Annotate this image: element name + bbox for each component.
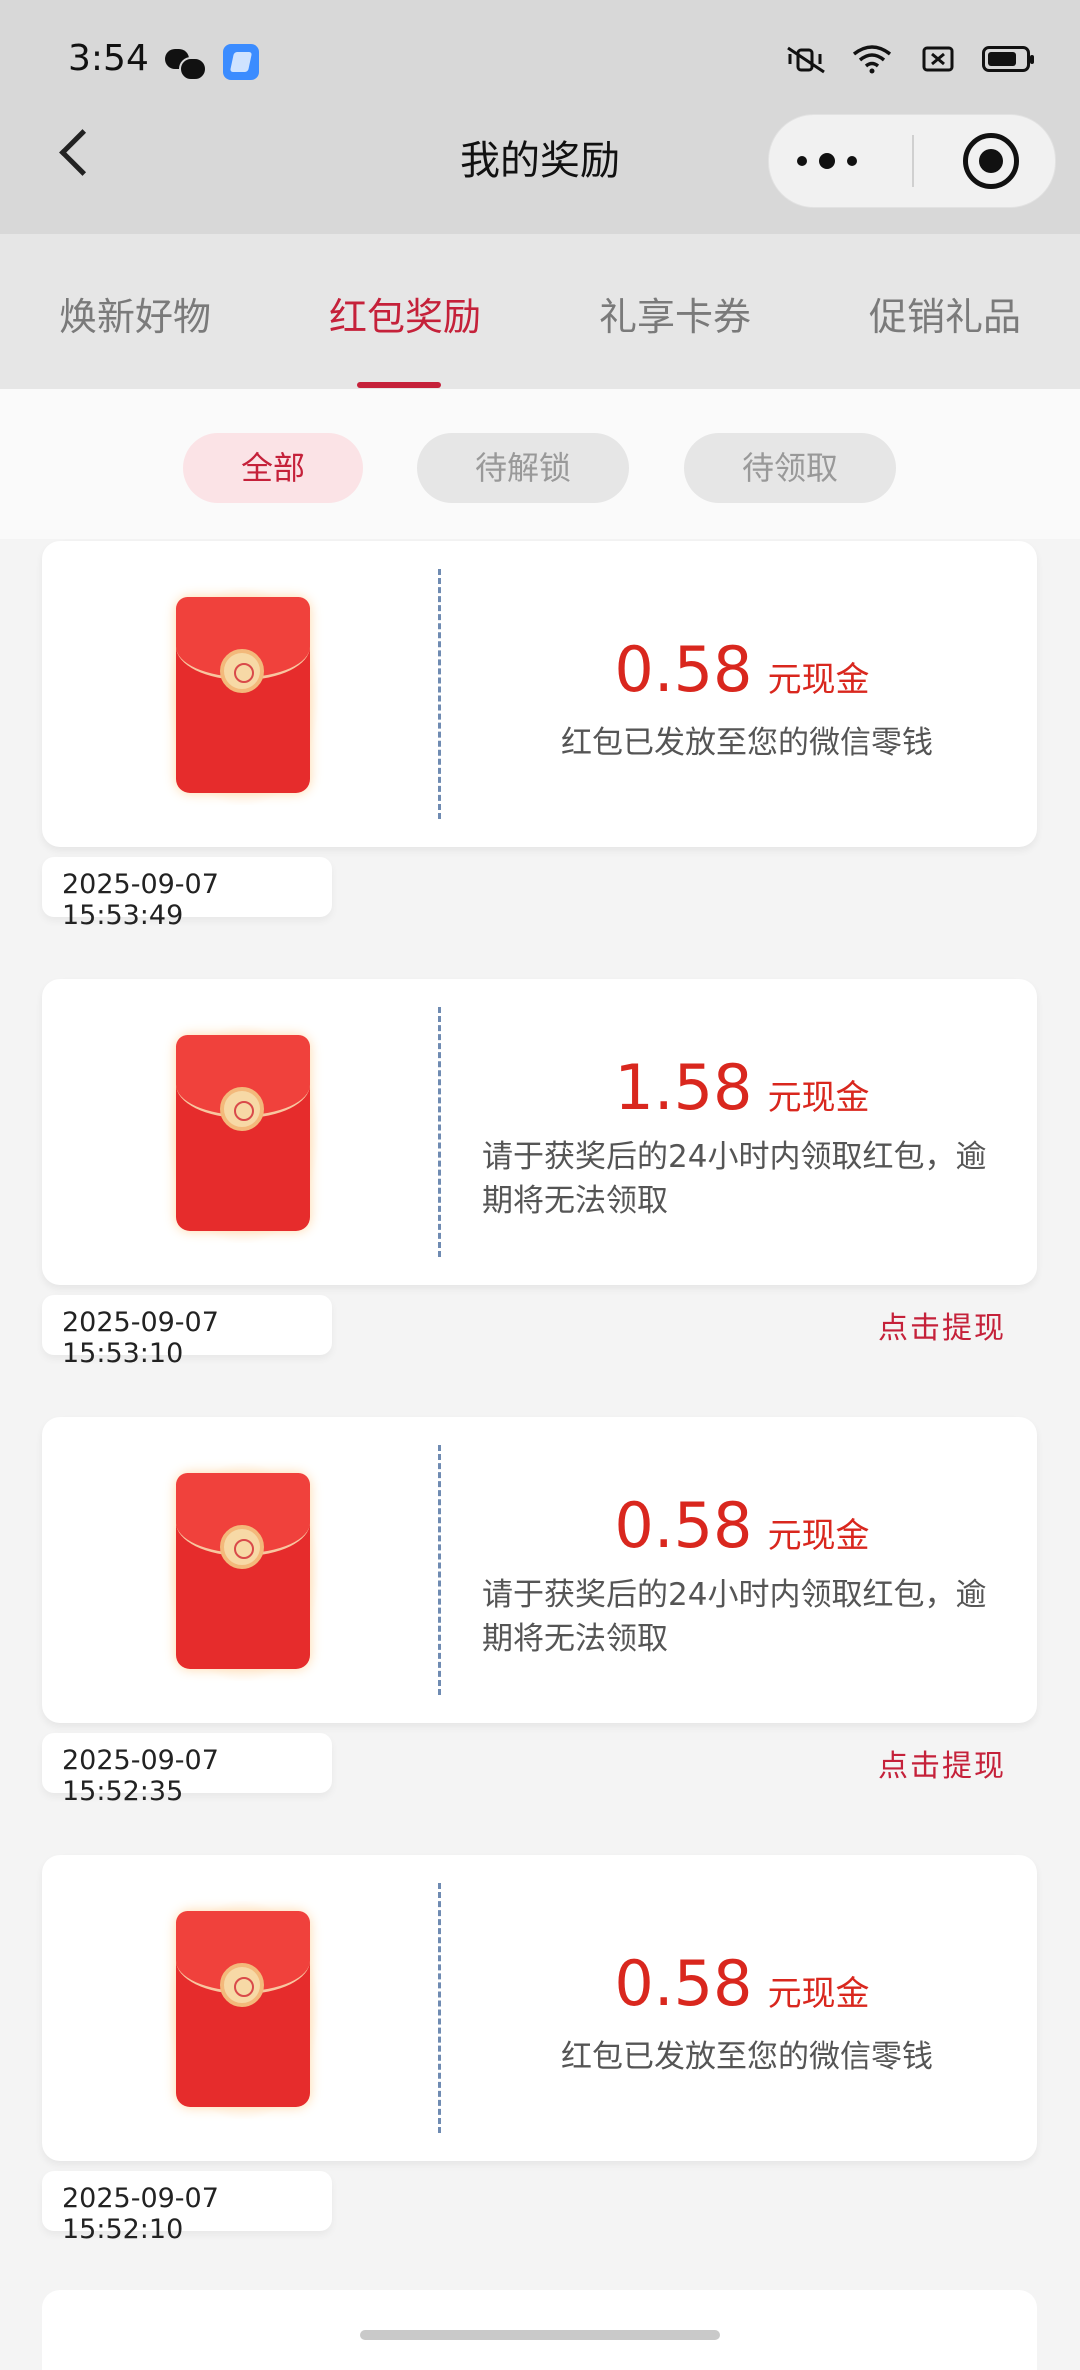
- reward-card[interactable]: 0.58 元现金 红包已发放至您的微信零钱: [42, 541, 1037, 847]
- more-dots-icon[interactable]: [793, 131, 893, 191]
- nav-bar: 我的奖励: [0, 114, 1080, 234]
- reward-unit: 元现金: [767, 1516, 870, 1556]
- reward-card[interactable]: 1.58 元现金 请于获奖后的24小时内领取红包，逾期将无法领取: [42, 979, 1037, 1285]
- list-item: 1.58 元现金 请于获奖后的24小时内领取红包，逾期将无法领取 2025-09…: [0, 977, 1080, 1415]
- red-envelope-icon: [168, 1901, 318, 2119]
- reward-amount: 0.58: [614, 633, 753, 706]
- red-envelope-icon: [168, 1025, 318, 1243]
- tab-hongbao[interactable]: 红包奖励: [275, 286, 535, 341]
- sim-icon: [922, 46, 954, 72]
- tab-huanxin[interactable]: 焕新好物: [5, 286, 265, 341]
- active-tab-indicator: [357, 382, 441, 388]
- target-icon[interactable]: [963, 133, 1019, 189]
- reward-date: 2025-09-07 15:53:49: [62, 869, 219, 931]
- home-indicator: [360, 2330, 720, 2340]
- status-time: 3:54: [68, 38, 149, 79]
- list-item: 0.58 元现金 红包已发放至您的微信零钱 2025-09-07 15:52:1…: [0, 1853, 1080, 2291]
- reward-card[interactable]: 0.58 元现金 请于获奖后的24小时内领取红包，逾期将无法领取: [42, 1417, 1037, 1723]
- withdraw-button[interactable]: 点击提现: [878, 1741, 1006, 1785]
- reward-unit: 元现金: [767, 1974, 870, 2014]
- reward-date-chip: 2025-09-07 15:52:35: [42, 1733, 332, 1807]
- reward-description: 红包已发放至您的微信零钱: [561, 725, 933, 761]
- reward-date-chip: 2025-09-07 15:53:10: [42, 1295, 332, 1369]
- reward-description: 红包已发放至您的微信零钱: [561, 2039, 933, 2075]
- dashed-divider: [438, 1007, 441, 1257]
- capsule-divider: [912, 135, 914, 187]
- reward-description: 请于获奖后的24小时内领取红包，逾期将无法领取: [482, 1139, 987, 1219]
- reward-date: 2025-09-07 15:52:10: [62, 2183, 219, 2245]
- tab-lixiang[interactable]: 礼享卡券: [545, 286, 805, 341]
- app-icon: [223, 44, 259, 80]
- reward-amount: 1.58: [614, 1051, 753, 1124]
- category-tabs: 焕新好物 红包奖励 礼享卡券 促销礼品: [0, 234, 1080, 389]
- reward-unit: 元现金: [767, 1078, 870, 1118]
- list-item: 0.58 元现金 红包已发放至您的微信零钱 2025-09-07 15:53:4…: [0, 539, 1080, 977]
- dashed-divider: [438, 569, 441, 819]
- status-bar: 3:54: [0, 0, 1080, 120]
- reward-card[interactable]: 0.58 元现金 红包已发放至您的微信零钱: [42, 1855, 1037, 2161]
- reward-amount: 0.58: [614, 1947, 753, 2020]
- reward-date: 2025-09-07 15:53:10: [62, 1307, 219, 1369]
- red-envelope-icon: [168, 587, 318, 805]
- list-item: 0.58 元现金 请于获奖后的24小时内领取红包，逾期将无法领取 2025-09…: [0, 1415, 1080, 1853]
- reward-date-chip: 2025-09-07 15:53:49: [42, 857, 332, 931]
- status-filters: 全部 待解锁 待领取: [0, 389, 1080, 539]
- battery-icon: [982, 46, 1034, 72]
- dashed-divider: [438, 1883, 441, 2133]
- filter-all[interactable]: 全部: [183, 433, 363, 503]
- tab-cuxiao[interactable]: 促销礼品: [815, 286, 1075, 341]
- reward-description: 请于获奖后的24小时内领取红包，逾期将无法领取: [482, 1577, 987, 1657]
- reward-date-chip: 2025-09-07 15:52:10: [42, 2171, 332, 2245]
- mini-program-capsule: [768, 114, 1056, 208]
- mute-vibrate-icon: [787, 46, 825, 74]
- dashed-divider: [438, 1445, 441, 1695]
- wifi-icon: [852, 45, 892, 74]
- reward-amount: 0.58: [614, 1489, 753, 1562]
- reward-unit: 元现金: [767, 660, 870, 700]
- filter-locked[interactable]: 待解锁: [417, 433, 629, 503]
- red-envelope-icon: [168, 1463, 318, 1681]
- withdraw-button[interactable]: 点击提现: [878, 1303, 1006, 1347]
- filter-unclaimed[interactable]: 待领取: [684, 433, 896, 503]
- reward-date: 2025-09-07 15:52:35: [62, 1745, 219, 1807]
- wechat-icon: [165, 45, 207, 81]
